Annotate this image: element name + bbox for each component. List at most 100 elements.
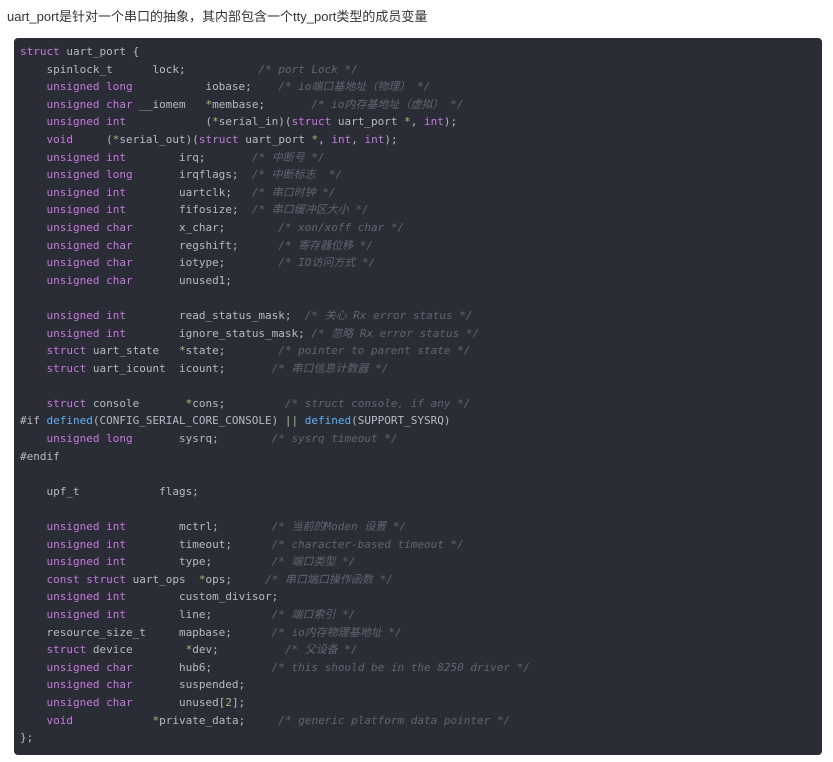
code-line: struct uart_state *state; /* pointer to …: [20, 342, 818, 360]
code-line: resource_size_t mapbase; /* io内存物理基地址 */: [20, 624, 818, 642]
code-line: unsigned char hub6; /* this should be in…: [20, 659, 818, 677]
code-token: (: [73, 132, 113, 146]
code-line: const struct uart_ops *ops; /* 串口端口操作函数 …: [20, 571, 818, 589]
code-token: unsigned char: [46, 660, 133, 674]
code-token: unsigned int: [46, 308, 126, 322]
code-token: /* this should be in the 8250 driver */: [271, 660, 530, 674]
code-token: uart_icount icount;: [86, 361, 272, 375]
code-token: uart_port: [331, 115, 405, 129]
code-token: uart_ops: [125, 572, 199, 586]
code-token: void: [46, 713, 74, 727]
code-token: ops;: [205, 572, 266, 586]
code-token: unsigned int: [46, 590, 126, 604]
code-token: *: [404, 115, 411, 129]
code-token: read_status_mask;: [125, 308, 305, 322]
code-token: unsigned char: [46, 695, 133, 709]
code-token: mctrl;: [125, 520, 272, 534]
code-line: void (*serial_out)(struct uart_port *, i…: [20, 131, 818, 149]
code-line: unsigned char unused1;: [20, 272, 818, 290]
code-token: /* io内存物理基地址 */: [271, 625, 402, 639]
code-token: uartclk;: [125, 185, 252, 199]
code-line: unsigned char iotype; /* IO访问方式 */: [20, 254, 818, 272]
code-token: irqflags;: [132, 168, 252, 182]
code-token: x_char;: [132, 220, 279, 234]
code-token: unsigned char: [46, 238, 133, 252]
code-token: /* IO访问方式 */: [278, 256, 376, 270]
code-token: /* 忽略 Rx error status */: [311, 326, 480, 340]
code-token: /* 中断标志 */: [251, 168, 343, 182]
code-token: struct: [46, 396, 87, 410]
code-token: hub6;: [132, 660, 272, 674]
code-line: unsigned char regshift; /* 寄存器位移 */: [20, 237, 818, 255]
code-token: /* 端口索引 */: [271, 608, 356, 621]
code-token: /* 寄存器位移 */: [278, 238, 374, 252]
code-line: unsigned char x_char; /* xon/xoff char *…: [20, 219, 818, 237]
code-token: int: [364, 132, 385, 146]
code-token: (: [125, 115, 213, 129]
code-token: dev;: [192, 643, 285, 657]
code-token: irq;: [125, 150, 252, 164]
code-token: unsigned char: [46, 678, 133, 692]
code-line: unsigned char unused[2];: [20, 694, 818, 712]
code-line: struct device *dev; /* 父设备 */: [20, 641, 818, 659]
code-token: resource_size_t mapbase;: [20, 625, 272, 639]
code-token: iobase;: [132, 80, 279, 94]
code-token: ,: [318, 132, 332, 146]
code-token: state;: [185, 344, 279, 358]
code-token: membase;: [212, 97, 312, 111]
code-token: /* generic platform data pointer */: [278, 713, 511, 727]
code-token: unsigned int: [46, 185, 126, 199]
code-token: struct: [46, 361, 87, 375]
code-token: /* 串口时钟 */: [251, 185, 336, 199]
code-line: struct uart_port {: [20, 43, 818, 61]
page-description: uart_port是针对一个串口的抽象，其内部包含一个tty_port类型的成员…: [7, 9, 428, 24]
code-token: struct: [46, 344, 87, 358]
code-line: unsigned int ignore_status_mask; /* 忽略 R…: [20, 325, 818, 343]
code-token: /* pointer to parent state */: [278, 344, 471, 358]
code-token: private_data;: [159, 713, 279, 727]
code-token: unused1;: [132, 273, 232, 287]
code-token: /* struct console, if any */: [284, 396, 471, 410]
code-token: uart_state: [86, 344, 179, 358]
code-line: unsigned int fifosize; /* 串口缓冲区大小 */: [20, 201, 818, 219]
code-token: /* 当前的Moden 设置 */: [271, 520, 407, 534]
code-token: struct: [198, 132, 239, 146]
code-token: unsigned char: [46, 220, 133, 234]
code-line: unsigned int line; /* 端口索引 */: [20, 606, 818, 624]
code-token: uart_port: [238, 132, 312, 146]
code-token: unsigned char: [46, 97, 133, 111]
code-token: regshift;: [132, 238, 279, 252]
code-token: unsigned int: [46, 555, 126, 569]
code-token: serial_in)(: [218, 115, 292, 129]
code-token: int: [424, 115, 444, 129]
code-token: int: [331, 132, 352, 146]
code-line: unsigned char suspended;: [20, 676, 818, 694]
code-token: upf_t flags;: [20, 484, 199, 498]
code-token: ,: [351, 132, 365, 146]
code-token: /* io端口基地址（物理） */: [278, 80, 431, 94]
code-lines: struct uart_port { spinlock_t lock; /* p…: [20, 43, 818, 747]
code-token: #if: [20, 414, 47, 428]
code-token: unsigned int: [46, 203, 126, 217]
code-line: unsigned int custom_divisor;: [20, 588, 818, 606]
code-token: iotype;: [132, 256, 279, 270]
code-token: cons;: [192, 396, 285, 410]
code-line: unsigned char __iomem *membase; /* io内存基…: [20, 96, 818, 114]
code-line: unsigned int irq; /* 中断号 */: [20, 149, 818, 167]
